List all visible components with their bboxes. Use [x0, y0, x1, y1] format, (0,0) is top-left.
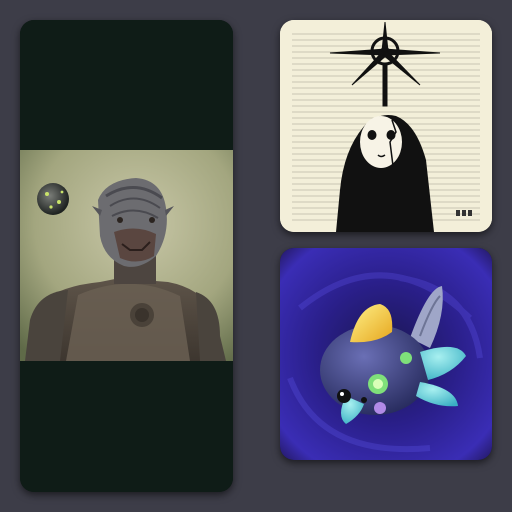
gallery-card-alien-figure[interactable]: [20, 20, 233, 492]
gallery-card-fish-creature[interactable]: [280, 248, 492, 460]
masked-spirit-illustration-image: [280, 20, 492, 232]
gallery-card-masked-spirit[interactable]: [280, 20, 492, 232]
blue-fish-creature-render-image: [280, 248, 492, 460]
armored-alien-figure-image: [20, 20, 233, 492]
